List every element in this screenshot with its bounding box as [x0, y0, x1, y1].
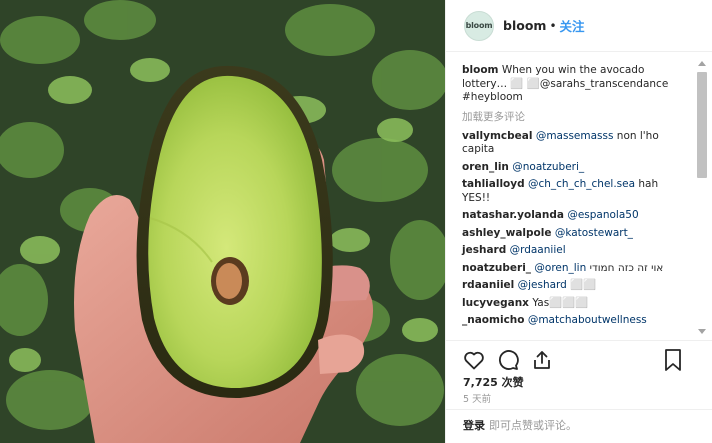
comment-username[interactable]: lucyveganx	[462, 297, 529, 309]
comment-mention[interactable]: @massemasss	[536, 130, 614, 142]
caption: bloom When you win the avocado lottery… …	[462, 64, 683, 105]
avatar[interactable]: bloom	[464, 10, 494, 41]
comment-mention[interactable]: @katostewart_	[555, 227, 633, 239]
comment-item: noatzuberi_ @oren_lin אוי זה כזה חמודי	[462, 262, 683, 276]
scroll-down-arrow-icon[interactable]	[698, 329, 706, 334]
comment-icon[interactable]	[496, 348, 520, 372]
comment-mention[interactable]: @rdaaniiel	[510, 244, 566, 256]
comment-text: אוי זה כזה חמודי	[586, 261, 664, 274]
username-link[interactable]: bloom	[503, 18, 546, 33]
post-header: bloom bloom • 关注	[446, 0, 712, 52]
comment-username[interactable]: oren_lin	[462, 161, 509, 173]
caption-username[interactable]: bloom	[462, 64, 498, 76]
comment-mention[interactable]: @oren_lin	[534, 262, 586, 274]
login-prompt-text: 即可点赞或评论。	[489, 418, 577, 432]
comment-username[interactable]: natashar.yolanda	[462, 209, 564, 221]
comment-username[interactable]: ashley_walpole	[462, 227, 551, 239]
comment-item: tahlialloyd @ch_ch_ch_chel.sea hah YES!!	[462, 178, 683, 205]
comment-username[interactable]: rdaaniiel	[462, 279, 514, 291]
comment-mention[interactable]: @matchaboutwellness	[528, 314, 647, 326]
comments-scrollbar[interactable]	[695, 58, 709, 337]
comment-item: lucyveganx Yas⬜⬜⬜	[462, 297, 683, 311]
load-more-comments-link[interactable]: 加载更多评论	[462, 109, 683, 124]
comment-text: Yas⬜⬜⬜	[532, 296, 589, 309]
post-actions: 7,725 次赞 5 天前 登录 即可点赞或评论。	[446, 340, 712, 438]
post-photo	[0, 0, 445, 443]
post-timestamp[interactable]: 5 天前	[463, 391, 491, 405]
separator-dot: •	[549, 18, 557, 33]
avocado-photo-illustration	[0, 0, 445, 443]
comment-item: ashley_walpole @katostewart_	[462, 227, 683, 241]
comment-mention[interactable]: @jeshard	[518, 279, 567, 291]
heart-icon[interactable]	[462, 348, 486, 372]
comment-username[interactable]: jeshard	[462, 244, 506, 256]
post-sidebar: bloom bloom • 关注 bloom When you win the …	[445, 0, 712, 443]
comment-text: ⬜⬜	[566, 279, 597, 291]
comment-username[interactable]: _naomicho	[462, 314, 524, 326]
comment-item: _naomicho @matchaboutwellness	[462, 314, 683, 328]
bookmark-icon[interactable]	[663, 348, 683, 372]
comment-item: rdaaniiel @jeshard ⬜⬜	[462, 279, 683, 293]
follow-button[interactable]: 关注	[560, 16, 585, 35]
scrollbar-thumb[interactable]	[697, 72, 707, 178]
comment-mention[interactable]: @espanola50	[567, 209, 638, 221]
scroll-up-arrow-icon[interactable]	[698, 61, 706, 66]
comment-item: jeshard @rdaaniiel	[462, 244, 683, 258]
comment-mention[interactable]: @noatzuberi_	[512, 161, 584, 173]
comment-item: oren_lin @noatzuberi_	[462, 161, 683, 175]
likes-count[interactable]: 7,725 次赞	[463, 374, 524, 390]
login-link[interactable]: 登录	[463, 417, 485, 433]
comment-mention[interactable]: @ch_ch_ch_chel.sea	[528, 178, 635, 190]
comment-username[interactable]: vallymcbeal	[462, 130, 532, 142]
action-icons	[462, 348, 564, 372]
comment-item: vallymcbeal @massemasss non l'ho capita	[462, 130, 683, 157]
comment-item: natashar.yolanda @espanola50	[462, 209, 683, 223]
avatar-logo-text: bloom	[465, 21, 493, 30]
comment-username[interactable]: noatzuberi_	[462, 262, 531, 274]
comments-panel[interactable]: bloom When you win the avocado lottery… …	[446, 56, 712, 339]
share-icon[interactable]	[530, 348, 554, 372]
comment-username[interactable]: tahlialloyd	[462, 178, 525, 190]
login-prompt: 登录 即可点赞或评论。	[446, 409, 712, 439]
